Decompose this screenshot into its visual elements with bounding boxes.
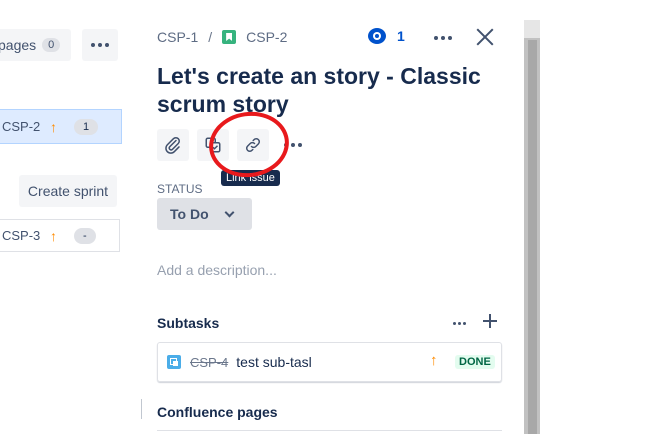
scrollbar-top <box>524 20 540 38</box>
row-issue-key: CSP-2 <box>2 119 41 134</box>
close-icon[interactable] <box>475 27 495 47</box>
watch-button[interactable]: 1 <box>368 28 405 44</box>
row-estimate-badge: 1 <box>74 118 99 135</box>
status-dropdown[interactable]: To Do <box>157 198 252 230</box>
chevron-down-icon <box>224 207 235 217</box>
row-estimate-badge: - <box>74 227 96 244</box>
scrollbar-thumb[interactable] <box>528 40 537 434</box>
dots-icon <box>98 43 102 47</box>
subtask-item[interactable]: CSP-4 test sub-tasl ↑ DONE <box>157 342 502 382</box>
pages-label: pages <box>0 37 37 53</box>
backlog-more-button[interactable] <box>82 29 118 61</box>
dots-icon <box>458 321 461 325</box>
arrow-up-icon: ↑ <box>50 118 57 135</box>
subtask-key[interactable]: CSP-4 <box>190 355 228 370</box>
dots-icon <box>441 36 445 40</box>
arrow-up-icon: ↑ <box>430 352 438 369</box>
dots-icon <box>91 43 95 47</box>
create-sprint-button[interactable]: Create sprint <box>19 175 117 207</box>
status-value: To Do <box>170 206 209 222</box>
watchers-count: 1 <box>397 28 405 44</box>
dots-icon <box>463 321 466 325</box>
pages-button[interactable]: pages 0 <box>0 29 71 61</box>
attach-button[interactable] <box>157 129 189 161</box>
status-badge[interactable]: DONE <box>455 355 495 369</box>
arrow-up-icon: ↑ <box>50 227 57 244</box>
backlog-panel: pages 0 CSP-2 ↑ 1 Create sprint CSP-3 ↑ … <box>0 0 142 434</box>
backlog-row[interactable]: CSP-3 ↑ - <box>0 219 120 252</box>
eye-icon <box>368 28 386 44</box>
row-issue-key: CSP-3 <box>2 228 41 243</box>
confluence-heading: Confluence pages <box>157 404 278 420</box>
dots-icon <box>105 43 109 47</box>
dots-icon <box>448 36 452 40</box>
breadcrumb-separator: / <box>208 29 213 45</box>
dots-icon <box>453 321 456 325</box>
description-field[interactable]: Add a description... <box>157 262 277 278</box>
issue-title[interactable]: Let's create an story - Classic scrum st… <box>157 62 487 118</box>
dots-icon <box>434 36 438 40</box>
subtask-name[interactable]: test sub-tasl <box>236 354 311 370</box>
plus-icon[interactable] <box>483 314 497 328</box>
attachment-icon <box>165 136 180 154</box>
dots-icon <box>298 143 302 147</box>
status-label: STATUS <box>157 182 203 196</box>
confluence-card <box>157 430 502 434</box>
breadcrumb: CSP-1 / CSP-2 <box>157 29 287 45</box>
pages-count-badge: 0 <box>42 38 61 52</box>
subtasks-heading: Subtasks <box>157 315 220 331</box>
story-icon <box>222 30 237 44</box>
dots-icon <box>291 143 295 147</box>
subtasks-more-button[interactable] <box>453 315 469 331</box>
breadcrumb-current-link[interactable]: CSP-2 <box>246 29 287 45</box>
breadcrumb-parent-link[interactable]: CSP-1 <box>157 29 198 45</box>
issue-more-button[interactable] <box>431 30 455 46</box>
subtask-icon <box>167 355 181 369</box>
backlog-row-selected[interactable]: CSP-2 ↑ 1 <box>0 109 122 144</box>
issue-detail-panel: CSP-1 / CSP-2 1 Let's create an story - … <box>142 0 524 434</box>
